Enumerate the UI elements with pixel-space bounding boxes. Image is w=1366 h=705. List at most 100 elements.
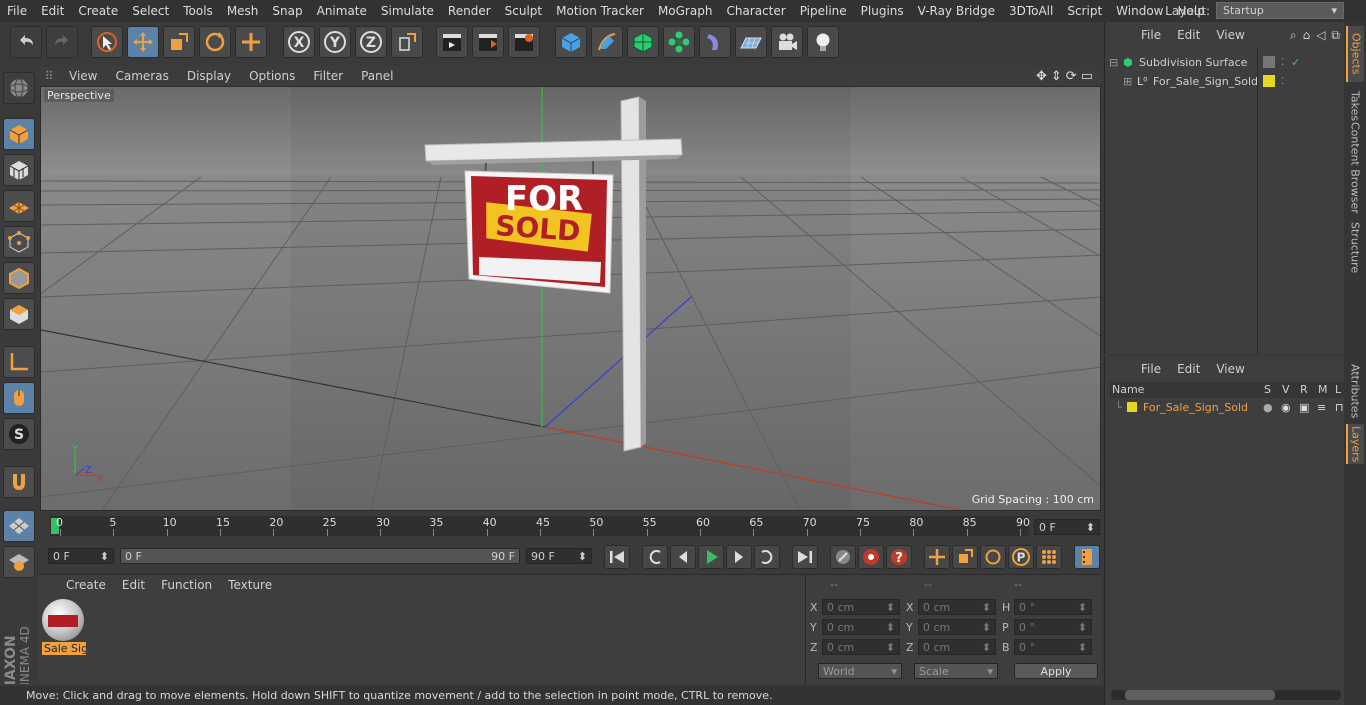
layer-color-swatch[interactable] [1127, 402, 1137, 412]
material-menu-function[interactable]: Function [153, 578, 220, 592]
layout-select[interactable]: Startup ▾ [1216, 2, 1344, 19]
menu-vray-bridge[interactable]: V-Ray Bridge [911, 4, 1002, 18]
coord-value-field[interactable]: 0 cm ⬍ [822, 619, 900, 635]
key-position-button[interactable] [924, 545, 950, 569]
layer-row[interactable]: └ For_Sale_Sign_Sold ● ◉ ▣ ≡ ⊓ [1115, 399, 1345, 415]
go-to-start-button[interactable] [604, 545, 630, 569]
menu-motion-tracker[interactable]: Motion Tracker [549, 4, 651, 18]
coord-value-field[interactable]: 0 cm ⬍ [822, 639, 900, 655]
column-locked[interactable]: L [1335, 383, 1341, 396]
light-button[interactable] [807, 26, 839, 58]
new-window-icon[interactable]: ⧉ [1331, 28, 1340, 43]
tab-objects[interactable]: Objects [1346, 26, 1364, 82]
workplane-mode-button[interactable] [3, 190, 35, 222]
tab-content-browser[interactable]: Content Browser [1346, 122, 1364, 214]
next-key-button[interactable] [754, 545, 780, 569]
tab-structure[interactable]: Structure [1346, 220, 1364, 276]
make-editable-button[interactable] [3, 72, 35, 104]
axis-mode-button[interactable] [3, 346, 35, 378]
viewport-menu-cameras[interactable]: Cameras [106, 69, 177, 83]
spinner-icon[interactable]: ⬍ [1086, 521, 1095, 534]
cube-primitive-button[interactable] [555, 26, 587, 58]
previous-key-button[interactable] [642, 545, 668, 569]
render-view-button[interactable] [436, 26, 468, 58]
apply-button[interactable]: Apply [1014, 663, 1098, 679]
texture-mode-button[interactable] [3, 154, 35, 186]
menu-pipeline[interactable]: Pipeline [793, 4, 854, 18]
solo-button[interactable] [3, 546, 35, 578]
menu-mesh[interactable]: Mesh [220, 4, 266, 18]
perspective-viewport[interactable]: FOR SOLD Y X Z Perspective Grid Spacing … [40, 86, 1101, 511]
scrollbar-thumb[interactable] [1125, 690, 1275, 700]
coord-value-field[interactable]: 0 cm ⬍ [822, 599, 900, 615]
enabled-check-icon[interactable]: ✓ [1291, 56, 1300, 69]
spline-pen-button[interactable] [591, 26, 623, 58]
spinner-icon[interactable]: ⬍ [886, 641, 895, 654]
render-settings-button[interactable] [508, 26, 540, 58]
transform-tool-button[interactable] [235, 26, 267, 58]
pan-view-icon[interactable]: ✥ [1036, 69, 1047, 84]
spinner-icon[interactable]: ⬍ [982, 641, 991, 654]
coordinate-mode-select[interactable]: World ▾ [818, 663, 902, 679]
manager-toggle-icon[interactable]: ≡ [1317, 401, 1326, 414]
menu-edit[interactable]: Edit [34, 4, 71, 18]
end-frame-field[interactable]: 90 F ⬍ [526, 548, 592, 564]
visibility-dots-icon[interactable]: ⁚ [1281, 57, 1284, 68]
previous-frame-button[interactable] [670, 545, 696, 569]
coord-value-field[interactable]: 0 cm ⬍ [918, 599, 996, 615]
rotate-tool-button[interactable] [199, 26, 231, 58]
menu-3dtoall[interactable]: 3DToAll [1002, 4, 1060, 18]
menu-render[interactable]: Render [441, 4, 498, 18]
undo-button[interactable] [10, 26, 42, 58]
preview-range-slider[interactable]: 0 F 90 F [120, 548, 520, 564]
menu-create[interactable]: Create [71, 4, 125, 18]
polygons-mode-button[interactable] [3, 298, 35, 330]
play-button[interactable] [698, 545, 724, 569]
column-manager[interactable]: M [1318, 383, 1328, 396]
live-selection-button[interactable] [91, 26, 123, 58]
scale-mode-select[interactable]: Scale ▾ [914, 663, 998, 679]
search-icon[interactable]: ⌕ [1290, 28, 1297, 43]
enable-snap-button[interactable] [3, 466, 35, 498]
floor-button[interactable] [735, 26, 767, 58]
layer-color-swatch[interactable] [1263, 75, 1275, 87]
zoom-view-icon[interactable]: ⇕ [1051, 69, 1062, 84]
menu-mograph[interactable]: MoGraph [651, 4, 720, 18]
workplane-lock-button[interactable] [3, 510, 35, 542]
spinner-icon[interactable]: ⬍ [100, 550, 109, 563]
redo-button[interactable] [46, 26, 78, 58]
key-point-level-button[interactable] [1036, 545, 1062, 569]
column-view[interactable]: V [1282, 383, 1290, 396]
spinner-icon[interactable]: ⬍ [886, 601, 895, 614]
tab-attributes[interactable]: Attributes [1346, 360, 1364, 422]
viewport-menu-panel[interactable]: Panel [352, 69, 402, 83]
start-frame-field[interactable]: 0 F ⬍ [48, 548, 114, 564]
coord-value-field[interactable]: 0 cm ⬍ [918, 619, 996, 635]
column-name[interactable]: Name [1112, 383, 1144, 396]
key-scale-button[interactable] [952, 545, 978, 569]
material-menu-edit[interactable]: Edit [114, 578, 153, 592]
object-menu-edit[interactable]: Edit [1169, 28, 1208, 42]
points-mode-button[interactable] [3, 226, 35, 258]
column-solo[interactable]: S [1264, 383, 1271, 396]
camera-button[interactable] [771, 26, 803, 58]
snap-button[interactable]: S [3, 418, 35, 450]
subdivision-surface-button[interactable] [627, 26, 659, 58]
spinner-icon[interactable]: ⬍ [982, 621, 991, 634]
timeline[interactable]: 0 5 10 15 20 25 30 35 40 45 50 55 60 65 70 75 80 85 90 0 F… [38, 512, 1101, 542]
timeline-ruler[interactable]: 0 5 10 15 20 25 30 35 40 45 50 55 60 65 70 75 80 85 90 [50, 516, 1030, 536]
render-toggle-icon[interactable]: ▣ [1299, 401, 1309, 414]
menu-sculpt[interactable]: Sculpt [498, 4, 549, 18]
spinner-icon[interactable]: ⬍ [1078, 641, 1087, 654]
menu-select[interactable]: Select [125, 4, 176, 18]
auto-keying-button[interactable] [858, 545, 884, 569]
expand-icon[interactable]: ⊞ [1123, 75, 1137, 88]
rotate-view-icon[interactable]: ⟳ [1066, 69, 1077, 84]
viewport-camera-label[interactable]: Perspective [44, 89, 114, 102]
material-swatch[interactable]: Sale Sig [42, 599, 86, 657]
z-axis-lock-button[interactable]: Z [355, 26, 387, 58]
coord-value-field[interactable]: 0 ° ⬍ [1014, 639, 1092, 655]
spinner-icon[interactable]: ⬍ [1078, 601, 1087, 614]
layer-menu-edit[interactable]: Edit [1169, 362, 1208, 376]
object-row-for-sale-sign[interactable]: ⊞ L⁰ For_Sale_Sign_Sold ⁚ [1123, 72, 1345, 90]
